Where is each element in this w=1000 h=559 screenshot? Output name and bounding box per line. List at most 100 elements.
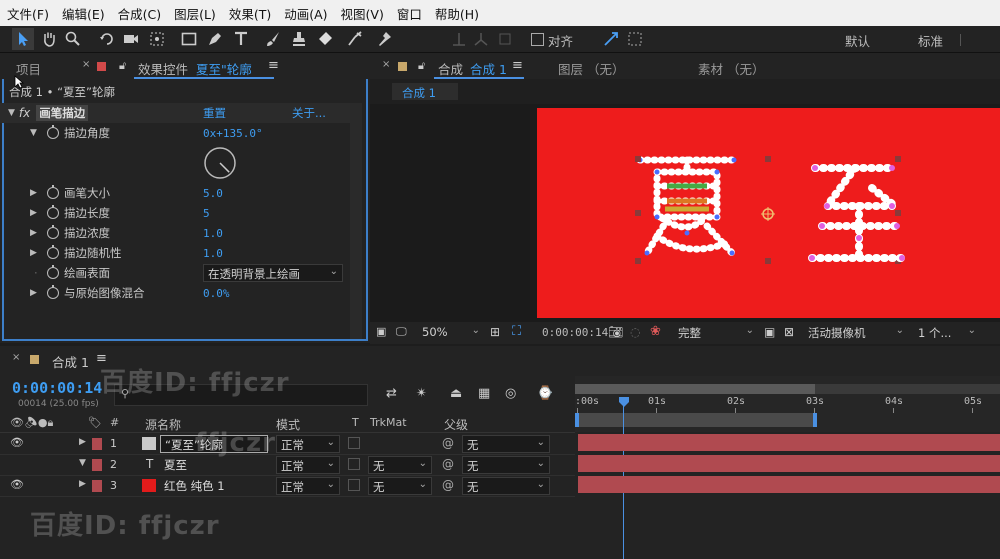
menu-window[interactable]: 窗口 (390, 4, 428, 23)
camera-tool-icon[interactable] (120, 28, 142, 50)
panel-menu-icon[interactable]: ≡ (512, 58, 523, 73)
layer-bar-3[interactable] (578, 476, 1000, 493)
parent-dropdown[interactable]: 无 ⌄ (462, 456, 550, 474)
col-parent[interactable]: 父级 (444, 416, 468, 433)
property-value[interactable]: 1.0 (203, 247, 223, 260)
visibility-eye-icon[interactable]: 👁︎ (10, 478, 24, 491)
trkmat-dropdown[interactable]: 无 ⌄ (368, 477, 432, 495)
roto-brush-tool-icon[interactable] (344, 28, 366, 50)
hand-tool-icon[interactable] (38, 28, 60, 50)
panel-scrollbar[interactable] (350, 103, 362, 339)
pick-whip-icon[interactable]: @ (442, 478, 454, 492)
timeline-timecode[interactable]: 0:00:00:14 (12, 379, 102, 397)
expand-triangle-icon[interactable]: ▶ (30, 248, 37, 258)
blend-mode-dropdown[interactable]: 正常 ⌄ (276, 435, 340, 453)
expand-triangle-icon[interactable]: ▶ (79, 479, 86, 489)
angle-dial[interactable] (203, 146, 237, 183)
layer-label-color[interactable] (92, 438, 102, 450)
layer-label-color[interactable] (92, 459, 102, 471)
stopwatch-icon[interactable] (47, 285, 59, 299)
align-checkbox[interactable] (526, 28, 548, 50)
col-source-name[interactable]: 源名称 (145, 416, 181, 433)
label-column-icon[interactable]: 🏷︎ (88, 416, 102, 429)
menu-file[interactable]: 文件(F) (0, 4, 55, 23)
tab-footage[interactable]: 素材 （无） (698, 59, 764, 78)
draft-3d-icon[interactable]: ⇄ (386, 386, 397, 401)
expand-triangle-icon[interactable]: ▼ (79, 458, 86, 468)
puppet-tool-icon[interactable] (374, 28, 396, 50)
pen-tool-icon[interactable] (204, 28, 226, 50)
parent-dropdown[interactable]: 无 ⌄ (462, 435, 550, 453)
property-value[interactable]: 1.0 (203, 227, 223, 240)
pick-whip-icon[interactable]: @ (442, 457, 454, 471)
expand-triangle-icon[interactable]: ▶ (30, 288, 37, 298)
fx-icon[interactable]: fx (19, 106, 30, 120)
tab-layer[interactable]: 图层 （无） (558, 59, 624, 78)
navigator-start-handle[interactable] (575, 413, 579, 427)
tab-close-icon[interactable]: × (82, 59, 90, 70)
col-trkmat[interactable]: TrkMat (370, 416, 407, 429)
stopwatch-icon[interactable] (47, 205, 59, 219)
layer-bar-2[interactable] (578, 455, 1000, 472)
snapshot-icon[interactable]: 📷︎ (608, 325, 623, 339)
effect-header-row[interactable]: ▼ fx 画笔描边 重置 关于... (0, 103, 350, 123)
tab-effect-controls[interactable]: 效果控件 (138, 59, 188, 78)
blend-mode-dropdown[interactable]: 正常 ⌄ (276, 477, 340, 495)
transparency-grid-icon[interactable]: ⊠ (784, 325, 794, 339)
navigator-end-handle[interactable] (813, 413, 817, 427)
workspace-default[interactable]: 默认 (845, 31, 870, 50)
composition-viewer[interactable]: 夏 至 (370, 104, 1000, 322)
axis-local-icon[interactable] (448, 28, 470, 50)
composition-canvas[interactable]: 夏 至 (537, 108, 1000, 318)
property-value[interactable]: 5.0 (203, 187, 223, 200)
layer-name-field[interactable]: 红色 纯色 1 (160, 477, 268, 495)
stopwatch-icon[interactable] (47, 185, 59, 199)
fast-preview-icon[interactable]: ▣ (764, 325, 775, 339)
axis-view-icon[interactable] (494, 28, 516, 50)
color-channels-icon[interactable]: ❀ (650, 324, 661, 339)
stopwatch-icon[interactable] (47, 245, 59, 259)
motion-blur-icon[interactable]: ▦ (478, 386, 490, 401)
lock-icon[interactable]: 🔓︎ (119, 59, 126, 73)
lock-icon[interactable]: 🔓︎ (418, 59, 425, 73)
stopwatch-icon[interactable] (47, 125, 59, 139)
layer-row-2[interactable]: ▼ 2 T 夏至 正常 ⌄ 无 ⌄ @ 无 ⌄ (0, 455, 575, 475)
frame-blending-icon[interactable]: ⏏ (450, 386, 462, 401)
selection-tool-icon[interactable] (12, 28, 34, 50)
property-value[interactable]: 0.0% (203, 287, 230, 300)
expand-triangle-icon[interactable]: ▶ (30, 228, 37, 238)
blend-mode-dropdown[interactable]: 正常 ⌄ (276, 456, 340, 474)
region-of-interest-icon[interactable]: ⛶ (512, 324, 521, 339)
clone-stamp-tool-icon[interactable] (288, 28, 310, 50)
menu-composition[interactable]: 合成(C) (111, 4, 167, 23)
paint-surface-dropdown[interactable]: 在透明背景上绘画 ⌄ (203, 264, 343, 282)
tab-composition[interactable]: 合成 (438, 59, 463, 78)
expand-triangle-icon[interactable]: ▶ (30, 208, 37, 218)
playhead-handle[interactable] (619, 396, 629, 407)
tab-timeline-comp[interactable]: 合成 1 (52, 352, 89, 371)
menu-layer[interactable]: 图层(L) (167, 4, 222, 23)
collapse-triangle-icon[interactable]: ▼ (8, 108, 15, 118)
grid-icon[interactable]: ⊞ (490, 325, 500, 339)
expand-triangle-icon[interactable]: ▶ (30, 188, 37, 198)
menu-help[interactable]: 帮助(H) (428, 4, 485, 23)
layer-label-color[interactable] (92, 480, 102, 492)
navigator-range[interactable] (575, 413, 815, 427)
work-area-range[interactable] (575, 384, 815, 394)
always-preview-icon[interactable]: ▣ (376, 325, 386, 338)
snap-icon[interactable] (600, 28, 622, 50)
property-value[interactable]: 5 (203, 207, 210, 220)
layer-row-1[interactable]: 👁︎ ▶ 1 “夏至”轮廓 正常 ⌄ @ 无 ⌄ (0, 434, 575, 454)
preserve-transparency-checkbox[interactable] (348, 479, 360, 491)
menu-animation[interactable]: 动画(A) (277, 4, 333, 23)
preserve-transparency-checkbox[interactable] (348, 458, 360, 470)
reset-link[interactable]: 重置 (203, 105, 226, 121)
resolution-dropdown[interactable]: 完整 ⌄ (674, 324, 758, 342)
layer-row-3[interactable]: 👁︎ ▶ 3 红色 纯色 1 正常 ⌄ 无 ⌄ @ 无 ⌄ (0, 476, 575, 496)
graph-editor-icon[interactable]: ◎ (505, 386, 516, 401)
axis-world-icon[interactable] (470, 28, 492, 50)
expand-triangle-icon[interactable]: ▼ (30, 128, 37, 138)
tab-close-icon[interactable]: × (382, 59, 390, 70)
menu-edit[interactable]: 编辑(E) (55, 4, 111, 23)
camera-view-dropdown[interactable]: 活动摄像机 ⌄ (804, 324, 908, 342)
